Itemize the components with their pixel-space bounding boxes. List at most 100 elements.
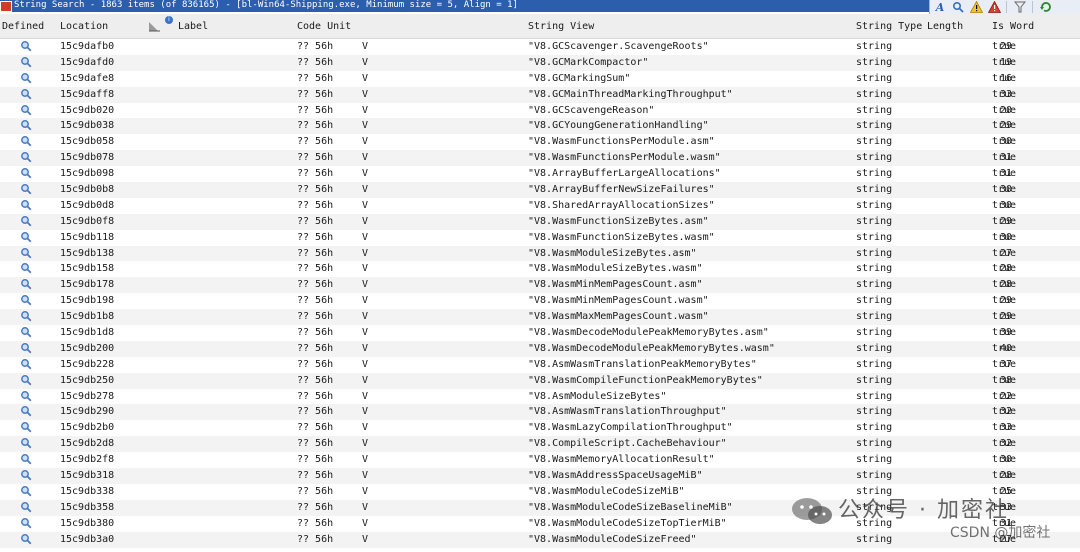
- column-filter-badge[interactable]: i: [165, 16, 173, 24]
- column-header-code-unit[interactable]: Code Unit: [297, 21, 351, 32]
- sort-icon[interactable]: [148, 20, 162, 32]
- string-view-cell[interactable]: "V8.WasmModuleCodeSizeTopTierMiB": [528, 518, 727, 530]
- location-cell[interactable]: 15c9db158: [60, 263, 114, 275]
- location-cell[interactable]: 15c9db058: [60, 136, 114, 148]
- location-cell[interactable]: 15c9db3a0: [60, 534, 114, 546]
- location-cell[interactable]: 15c9db038: [60, 120, 114, 132]
- table-row[interactable]: 15c9db380 ?? 56h V "V8.WasmModuleCodeSizeTo…: [0, 516, 1080, 532]
- table-row[interactable]: 15c9db318 ?? 56h V "V8.WasmAddressSpaceUsag…: [0, 468, 1080, 484]
- table-row[interactable]: 15c9db138 ?? 56h V "V8.WasmModuleSizeBytes.…: [0, 245, 1080, 262]
- string-view-cell[interactable]: "V8.WasmFunctionsPerModule.wasm": [528, 152, 721, 164]
- warning-icon[interactable]: [968, 0, 984, 14]
- string-view-cell[interactable]: "V8.WasmCompileFunctionPeakMemoryBytes": [528, 375, 763, 387]
- table-row[interactable]: 15c9db078 ?? 56h V "V8.WasmFunctionsPerModu…: [0, 150, 1080, 167]
- table-row[interactable]: 15c9db098 ?? 56h V "V8.ArrayBufferLargeAllo…: [0, 166, 1080, 182]
- column-header-length[interactable]: Length: [927, 21, 963, 32]
- table-row[interactable]: 15c9db2b0 ?? 56h V "V8.WasmLazyCompilationT…: [0, 420, 1080, 436]
- search-icon[interactable]: [950, 0, 966, 14]
- table-row[interactable]: 15c9db158 ?? 56h V "V8.WasmModuleSizeBytes.…: [0, 261, 1080, 277]
- column-header-label[interactable]: Label: [178, 21, 208, 32]
- string-view-cell[interactable]: "V8.AsmWasmTranslationPeakMemoryBytes": [528, 359, 757, 371]
- location-cell[interactable]: 15c9db2b0: [60, 422, 114, 434]
- location-cell[interactable]: 15c9dafd0: [60, 57, 114, 69]
- string-view-cell[interactable]: "V8.WasmFunctionsPerModule.asm": [528, 136, 715, 148]
- column-header-location[interactable]: Location: [60, 21, 108, 32]
- table-row[interactable]: 15c9db250 ?? 56h V "V8.WasmCompileFunctionP…: [0, 372, 1080, 389]
- string-view-cell[interactable]: "V8.GCMainThreadMarkingThroughput": [528, 89, 733, 101]
- location-cell[interactable]: 15c9db228: [60, 359, 114, 371]
- string-view-cell[interactable]: "V8.WasmMinMemPagesCount.asm": [528, 279, 703, 291]
- table-row[interactable]: 15c9db0d8 ?? 56h V "V8.SharedArrayAllocatio…: [0, 198, 1080, 214]
- table-row[interactable]: 15c9db0b8 ?? 56h V "V8.ArrayBufferNewSizeFa…: [0, 182, 1080, 198]
- window-titlebar[interactable]: String Search - 1863 items (of 836165) -…: [0, 0, 1080, 12]
- table-row[interactable]: 15c9db358 ?? 56h V "V8.WasmModuleCodeSizeBa…: [0, 499, 1080, 516]
- string-view-cell[interactable]: "V8.WasmModuleCodeSizeFreed": [528, 534, 697, 546]
- string-view-cell[interactable]: "V8.WasmModuleSizeBytes.asm": [528, 248, 697, 260]
- string-view-cell[interactable]: "V8.ArrayBufferNewSizeFailures": [528, 184, 715, 196]
- table-row[interactable]: 15c9dafd0 ?? 56h V "V8.GCMarkCompactor" stri…: [0, 54, 1080, 71]
- error-icon[interactable]: [986, 0, 1002, 14]
- string-view-cell[interactable]: "V8.GCScavenger.ScavengeRoots": [528, 41, 709, 53]
- table-row[interactable]: 15c9db1d8 ?? 56h V "V8.WasmDecodeModulePeak…: [0, 325, 1080, 341]
- table-row[interactable]: 15c9dafe8?? 56h V "V8.GCMarkingSum" string 1…: [0, 71, 1080, 87]
- string-view-cell[interactable]: "V8.WasmDecodeModulePeakMemoryBytes.asm": [528, 327, 769, 339]
- refresh-icon[interactable]: [1038, 0, 1054, 14]
- string-view-cell[interactable]: "V8.WasmModuleCodeSizeBaselineMiB": [528, 502, 733, 514]
- string-view-cell[interactable]: "V8.WasmLazyCompilationThroughput": [528, 422, 733, 434]
- location-cell[interactable]: 15c9dafb0: [60, 41, 114, 53]
- string-view-cell[interactable]: "V8.WasmModuleSizeBytes.wasm": [528, 263, 703, 275]
- string-view-cell[interactable]: "V8.SharedArrayAllocationSizes": [528, 200, 715, 212]
- column-header-string-type[interactable]: String Type: [856, 21, 922, 32]
- location-cell[interactable]: 15c9db1d8: [60, 327, 114, 339]
- location-cell[interactable]: 15c9db318: [60, 470, 114, 482]
- location-cell[interactable]: 15c9db020: [60, 105, 114, 117]
- string-view-cell[interactable]: "V8.GCMarkingSum": [528, 73, 630, 85]
- location-cell[interactable]: 15c9db290: [60, 406, 114, 418]
- location-cell[interactable]: 15c9db0f8: [60, 216, 114, 228]
- location-cell[interactable]: 15c9daff8: [60, 89, 114, 101]
- string-view-cell[interactable]: "V8.WasmFunctionSizeBytes.asm": [528, 216, 709, 228]
- table-row[interactable]: 15c9db338 ?? 56h V "V8.WasmModuleCodeSizeMi…: [0, 484, 1080, 500]
- string-view-cell[interactable]: "V8.AsmWasmTranslationThroughput": [528, 406, 727, 418]
- table-row[interactable]: 15c9db178 ?? 56h V "V8.WasmMinMemPagesCount…: [0, 277, 1080, 294]
- table-row[interactable]: 15c9db2d8 ?? 56h V "V8.CompileScript.CacheB…: [0, 436, 1080, 453]
- location-cell[interactable]: 15c9db338: [60, 486, 114, 498]
- string-view-cell[interactable]: "V8.GCScavengeReason": [528, 105, 654, 117]
- location-cell[interactable]: 15c9db118: [60, 232, 114, 244]
- string-view-cell[interactable]: "V8.WasmFunctionSizeBytes.wasm": [528, 232, 715, 244]
- filter-icon[interactable]: [1012, 0, 1028, 14]
- string-view-cell[interactable]: "V8.WasmDecodeModulePeakMemoryBytes.wasm…: [528, 343, 775, 355]
- location-cell[interactable]: 15c9db178: [60, 279, 114, 291]
- string-view-cell[interactable]: "V8.WasmModuleCodeSizeMiB": [528, 486, 685, 498]
- table-row[interactable]: 15c9db290 ?? 56h V "V8.AsmWasmTranslationTh…: [0, 404, 1080, 421]
- location-cell[interactable]: 15c9db098: [60, 168, 114, 180]
- table-row[interactable]: 15c9db0f8 ?? 56h V "V8.WasmFunctionSizeByte…: [0, 213, 1080, 230]
- string-view-cell[interactable]: "V8.ArrayBufferLargeAllocations": [528, 168, 721, 180]
- table-row[interactable]: 15c9db2f8 ?? 56h V "V8.WasmMemoryAllocation…: [0, 452, 1080, 468]
- table-row[interactable]: 15c9dafb0 ?? 56h V "V8.GCScavenger.Scavenge…: [0, 39, 1080, 55]
- string-view-icon[interactable]: A: [932, 0, 948, 14]
- column-header-string-view[interactable]: String View: [528, 21, 594, 32]
- table-row[interactable]: 15c9db058 ?? 56h V "V8.WasmFunctionsPerModu…: [0, 134, 1080, 150]
- location-cell[interactable]: 15c9db2d8: [60, 438, 114, 450]
- string-view-cell[interactable]: "V8.WasmMaxMemPagesCount.wasm": [528, 311, 709, 323]
- location-cell[interactable]: 15c9db138: [60, 248, 114, 260]
- location-cell[interactable]: 15c9dafe8: [60, 73, 114, 85]
- location-cell[interactable]: 15c9db1b8: [60, 311, 114, 323]
- string-view-cell[interactable]: "V8.AsmModuleSizeBytes": [528, 391, 666, 403]
- table-row[interactable]: 15c9db1b8 ?? 56h V "V8.WasmMaxMemPagesCount…: [0, 309, 1080, 326]
- table-row[interactable]: 15c9db228 ?? 56h V "V8.AsmWasmTranslationPe…: [0, 357, 1080, 373]
- table-row[interactable]: 15c9db020 ?? 56h V "V8.GCScavengeReason" str…: [0, 103, 1080, 119]
- location-cell[interactable]: 15c9db0d8: [60, 200, 114, 212]
- table-row[interactable]: 15c9db038 ?? 56h V "V8.GCYoungGenerationHan…: [0, 118, 1080, 135]
- string-view-cell[interactable]: "V8.WasmMemoryAllocationResult": [528, 454, 715, 466]
- table-row[interactable]: 15c9daff8 ?? 56h V "V8.GCMainThreadMarkingT…: [0, 86, 1080, 103]
- location-cell[interactable]: 15c9db2f8: [60, 454, 114, 466]
- table-row[interactable]: 15c9db3a0 ?? 56h V "V8.WasmModuleCodeSizeFr…: [0, 531, 1080, 548]
- location-cell[interactable]: 15c9db250: [60, 375, 114, 387]
- string-view-cell[interactable]: "V8.WasmMinMemPagesCount.wasm": [528, 295, 709, 307]
- table-row[interactable]: 15c9db200 ?? 56h V "V8.WasmDecodeModulePeak…: [0, 340, 1080, 357]
- location-cell[interactable]: 15c9db358: [60, 502, 114, 514]
- location-cell[interactable]: 15c9db198: [60, 295, 114, 307]
- column-header-defined[interactable]: Defined: [2, 21, 44, 32]
